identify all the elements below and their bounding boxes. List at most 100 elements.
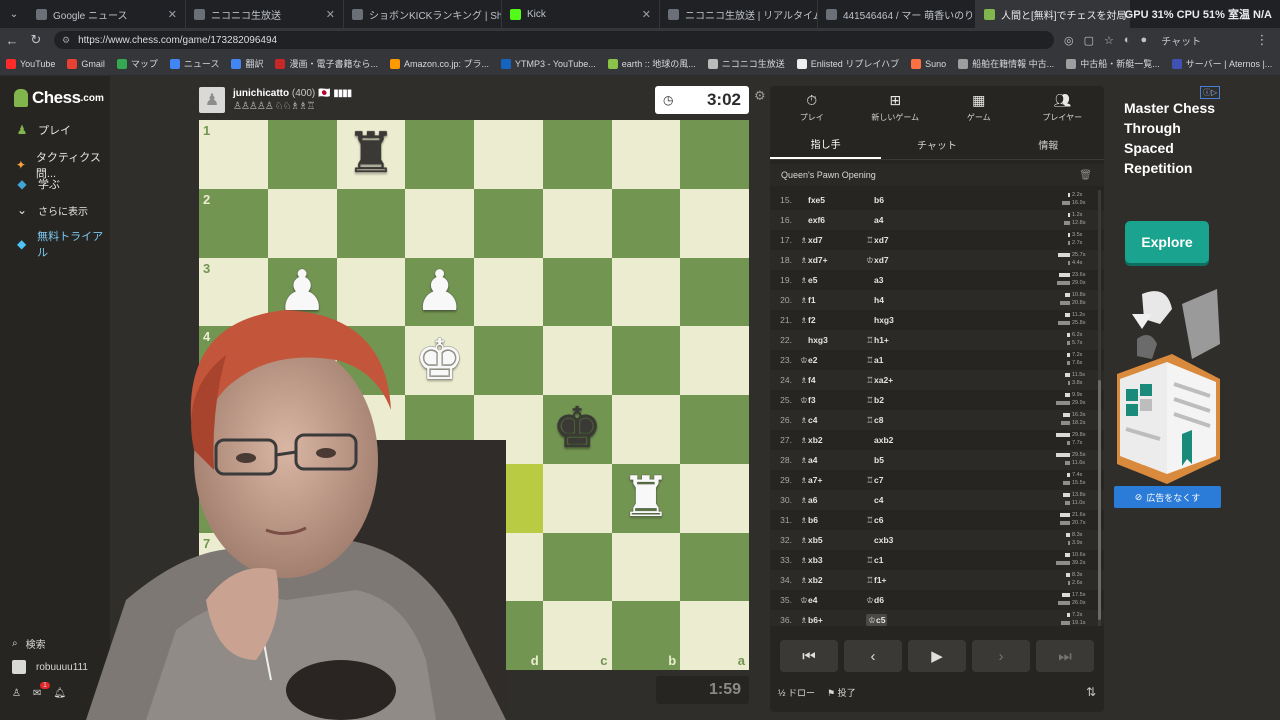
- ad-banner[interactable]: ⓘ▷ Master Chess Through Spaced Repetitio…: [1112, 86, 1280, 720]
- square-b7[interactable]: [611, 532, 681, 602]
- square-a4[interactable]: [680, 326, 749, 395]
- black-move[interactable]: ♖xa2+: [866, 375, 986, 386]
- square-b4[interactable]: [611, 326, 681, 395]
- cast-icon[interactable]: ◎: [1064, 34, 1074, 47]
- extension-icon[interactable]: ◐: [1124, 34, 1131, 46]
- square-g2[interactable]: [267, 188, 337, 258]
- square-e1[interactable]: [405, 120, 474, 189]
- profile-icon[interactable]: ●: [1141, 34, 1148, 46]
- white-move[interactable]: ♗xd7: [800, 235, 866, 246]
- nav-new-game[interactable]: ⊞ 新しいゲーム: [854, 86, 938, 128]
- black-move[interactable]: b5: [866, 455, 986, 465]
- tab-info[interactable]: 情報: [993, 130, 1104, 159]
- white-move[interactable]: ♗a7+: [800, 475, 866, 486]
- white-move[interactable]: ♗f4: [800, 375, 866, 386]
- white-move[interactable]: exf6: [800, 215, 866, 225]
- bookmark-item[interactable]: YouTube: [6, 58, 55, 69]
- white-move[interactable]: ♗xb2: [800, 575, 866, 586]
- sidebar-item-free-trial[interactable]: ◆ 無料トライアル: [14, 228, 110, 260]
- white-move[interactable]: ♗xb3: [800, 555, 866, 566]
- square-g1[interactable]: [267, 120, 337, 189]
- bookmark-item[interactable]: 船舶在籍情報 中古...: [958, 57, 1054, 70]
- bell-icon[interactable]: 🔔︎: [53, 688, 66, 699]
- site-info-icon[interactable]: ⚙: [62, 35, 70, 46]
- square-c4[interactable]: [542, 326, 612, 395]
- flip-board-icon[interactable]: ⇅: [1086, 685, 1096, 699]
- sidebar-profile[interactable]: robuuuu111: [12, 660, 88, 674]
- play-button[interactable]: ▶: [908, 640, 966, 672]
- black-move[interactable]: ♔xd7: [866, 255, 986, 266]
- bookmark-item[interactable]: Amazon.co.jp: プラ...: [390, 57, 489, 70]
- draw-button[interactable]: ½ ドロー: [778, 686, 815, 699]
- sidebar-item-more[interactable]: ⌄ さらに表示: [14, 202, 88, 218]
- bookmark-item[interactable]: Gmail: [67, 58, 105, 69]
- black-move[interactable]: ♖c1: [866, 555, 986, 566]
- nav-games[interactable]: ▦ ゲーム: [937, 86, 1021, 128]
- current-move[interactable]: ♔c5: [866, 613, 986, 626]
- square-a6[interactable]: [680, 463, 749, 533]
- browser-tab[interactable]: Google ニュース ✕: [28, 0, 186, 28]
- square-b6[interactable]: ♜: [611, 463, 681, 533]
- next-move-button[interactable]: ›: [972, 640, 1030, 672]
- black-move[interactable]: a3: [866, 275, 986, 285]
- black-move[interactable]: ♖f1+: [866, 575, 986, 586]
- bookmark-item[interactable]: サーバー | Aternos |...: [1171, 57, 1272, 70]
- white-move[interactable]: ♗e5: [800, 275, 866, 286]
- square-f2[interactable]: [336, 188, 406, 258]
- white-move[interactable]: ♗f2: [800, 315, 866, 326]
- first-move-button[interactable]: ⏮: [780, 640, 838, 672]
- resign-button[interactable]: ⚑ 投了: [827, 686, 856, 699]
- black-move[interactable]: ♖xd7: [866, 235, 986, 246]
- white-move[interactable]: ♗f1: [800, 295, 866, 306]
- square-d2[interactable]: [474, 188, 543, 258]
- square-a8[interactable]: a: [680, 601, 749, 670]
- square-f1[interactable]: ♜: [336, 120, 406, 189]
- square-a2[interactable]: [680, 188, 749, 258]
- white-move[interactable]: ♔e4: [800, 595, 866, 606]
- square-b3[interactable]: [611, 257, 681, 327]
- reload-icon[interactable]: ↻: [24, 32, 48, 48]
- chesscom-logo[interactable]: Chess .com: [14, 88, 104, 108]
- tab-search-button[interactable]: ⌄: [0, 0, 28, 28]
- square-b1[interactable]: [611, 120, 681, 189]
- sidebar-item-learn[interactable]: ◆ 学ぶ: [14, 176, 60, 192]
- square-b2[interactable]: [611, 188, 681, 258]
- white-rook-piece[interactable]: ♜: [621, 470, 671, 526]
- white-move[interactable]: ♗a4: [800, 455, 866, 466]
- white-move[interactable]: ♗b6+: [800, 615, 866, 626]
- tab-moves[interactable]: 指し手: [770, 130, 882, 159]
- black-move[interactable]: ♔d6: [866, 595, 986, 606]
- square-a7[interactable]: [680, 532, 749, 602]
- square-a3[interactable]: [680, 257, 749, 327]
- bookmark-item[interactable]: 中古船・新艇一覧...: [1066, 57, 1160, 70]
- friends-icon[interactable]: ♙: [12, 688, 21, 699]
- square-c6[interactable]: [542, 463, 612, 533]
- white-move[interactable]: ♔f3: [800, 395, 866, 406]
- close-icon[interactable]: ✕: [160, 8, 177, 21]
- square-a1[interactable]: [680, 120, 749, 189]
- move-list-scrollbar[interactable]: [1098, 190, 1101, 626]
- nav-players[interactable]: 👥︎ プレイヤー: [1021, 86, 1105, 128]
- scrollbar-thumb[interactable]: [1098, 380, 1101, 620]
- square-c1[interactable]: [542, 120, 612, 189]
- install-icon[interactable]: ▢: [1084, 34, 1094, 47]
- white-move[interactable]: ♗xd7+: [800, 255, 866, 266]
- black-move[interactable]: a4: [866, 215, 986, 225]
- bookmark-item[interactable]: 翻訳: [231, 57, 263, 70]
- remove-ads-button[interactable]: ⊘ 広告をなくす: [1114, 486, 1221, 508]
- menu-icon[interactable]: ⋮: [1250, 32, 1274, 48]
- square-h2[interactable]: 2: [199, 188, 268, 258]
- black-move[interactable]: hxg3: [866, 315, 986, 325]
- white-move[interactable]: hxg3: [800, 335, 866, 345]
- square-a5[interactable]: [680, 395, 749, 464]
- black-move[interactable]: ♖b2: [866, 395, 986, 406]
- tab-chat[interactable]: チャット: [881, 130, 992, 159]
- square-c8[interactable]: c: [542, 601, 612, 670]
- square-c2[interactable]: [542, 188, 612, 258]
- bookmark-star-icon[interactable]: ☆: [1104, 34, 1114, 47]
- black-move[interactable]: cxb3: [866, 535, 986, 545]
- messages-icon[interactable]: ✉ 1: [33, 682, 50, 699]
- black-king-piece[interactable]: ♚: [552, 401, 602, 457]
- board-settings-icon[interactable]: ⚙: [754, 88, 766, 104]
- sidebar-search[interactable]: ⌕ 検索: [12, 636, 46, 651]
